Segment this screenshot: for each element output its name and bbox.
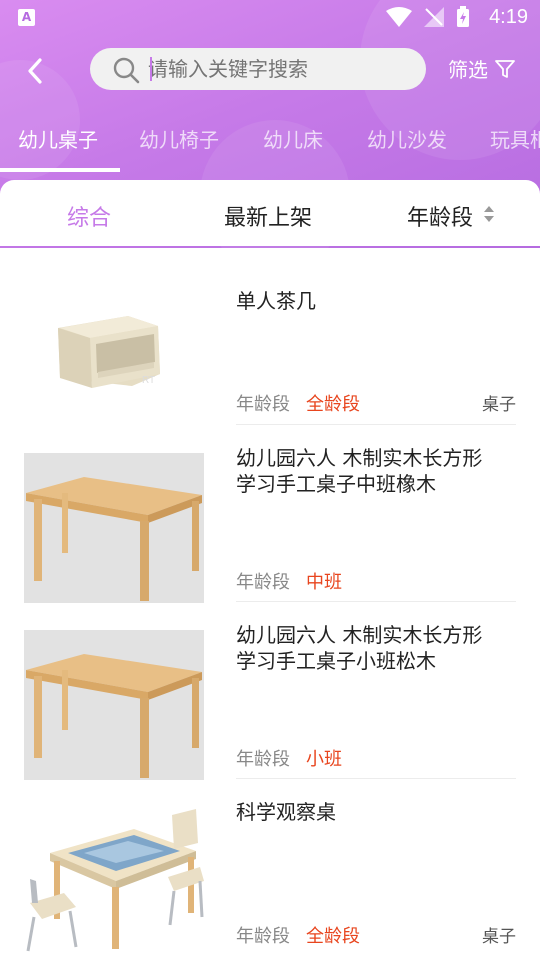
age-label: 年龄段 — [236, 572, 290, 593]
sort-arrows-icon[interactable] — [482, 204, 496, 224]
product-image-rect-table-pine — [24, 630, 204, 780]
app-badge: A — [18, 9, 35, 26]
age-label: 年龄段 — [236, 749, 290, 770]
product-title: 幼儿园六人 木制实木长方形学习手工桌子中班橡木 — [236, 446, 483, 496]
category-tabs: 幼儿桌子 幼儿椅子 幼儿床 幼儿沙发 玩具柜 — [0, 116, 540, 172]
age-value: 小班 — [306, 749, 342, 770]
product-meta: 年龄段 中班 — [236, 568, 342, 594]
age-label: 年龄段 — [236, 394, 290, 415]
product-image-rect-table-oak — [24, 453, 204, 603]
product-list: RT 单人茶几 年龄段 全龄段 桌子 幼儿园六人 木制实木长方形学习手工桌子中班… — [0, 248, 540, 960]
tab-kids-chairs[interactable]: 幼儿椅子 — [139, 124, 219, 153]
product-title: 幼儿园六人 木制实木长方形学习手工桌子小班松木 — [236, 623, 483, 673]
sort-bar: 综合 最新上架 年龄段 — [0, 180, 540, 246]
product-item[interactable]: RT 单人茶几 年龄段 全龄段 桌子 — [0, 248, 540, 426]
product-image-side-table: RT — [24, 276, 204, 426]
category-tag: 桌子 — [482, 927, 516, 947]
product-image-science-table — [24, 807, 204, 957]
filter-funnel-icon — [495, 59, 515, 78]
age-value: 全龄段 — [306, 394, 360, 415]
age-value: 中班 — [306, 572, 342, 593]
tab-toy-cabinets[interactable]: 玩具柜 — [490, 124, 540, 153]
category-tag: 桌子 — [482, 395, 516, 415]
tab-kids-tables[interactable]: 幼儿桌子 — [18, 124, 98, 153]
chevron-left-icon — [28, 58, 42, 84]
product-meta: 年龄段 小班 — [236, 745, 342, 771]
filter-label: 筛选 — [448, 58, 488, 82]
active-tab-indicator — [0, 168, 120, 172]
battery-icon — [457, 6, 469, 27]
product-item[interactable]: 幼儿园六人 木制实木长方形学习手工桌子小班松木 年龄段 小班 — [0, 602, 540, 780]
product-title: 单人茶几 — [236, 289, 316, 313]
status-bar: A 4:19 — [0, 0, 540, 36]
top-bar: 筛选 — [0, 44, 540, 94]
product-meta: 年龄段 全龄段 — [236, 922, 360, 948]
back-button[interactable] — [18, 50, 54, 90]
filter-button[interactable]: 筛选 — [448, 54, 516, 83]
age-label: 年龄段 — [236, 926, 290, 947]
tab-kids-beds[interactable]: 幼儿床 — [263, 124, 323, 153]
signal-off-icon — [424, 7, 444, 27]
product-item[interactable]: 幼儿园六人 木制实木长方形学习手工桌子中班橡木 年龄段 中班 — [0, 425, 540, 603]
status-icons — [386, 6, 470, 28]
wifi-icon — [386, 7, 412, 27]
sort-comprehensive[interactable]: 综合 — [67, 200, 111, 232]
sort-age[interactable]: 年龄段 — [407, 200, 473, 232]
product-title: 科学观察桌 — [236, 800, 336, 824]
age-value: 全龄段 — [306, 926, 360, 947]
search-box[interactable] — [90, 48, 426, 90]
text-cursor — [150, 57, 152, 81]
search-icon — [113, 57, 140, 84]
svg-text:RT: RT — [142, 375, 155, 386]
search-input[interactable] — [148, 48, 408, 90]
product-meta: 年龄段 全龄段 — [236, 390, 360, 416]
status-time: 4:19 — [489, 6, 528, 28]
sort-newest[interactable]: 最新上架 — [224, 200, 312, 232]
product-item[interactable]: 科学观察桌 年龄段 全龄段 桌子 — [0, 779, 540, 957]
tab-kids-sofas[interactable]: 幼儿沙发 — [367, 124, 447, 153]
